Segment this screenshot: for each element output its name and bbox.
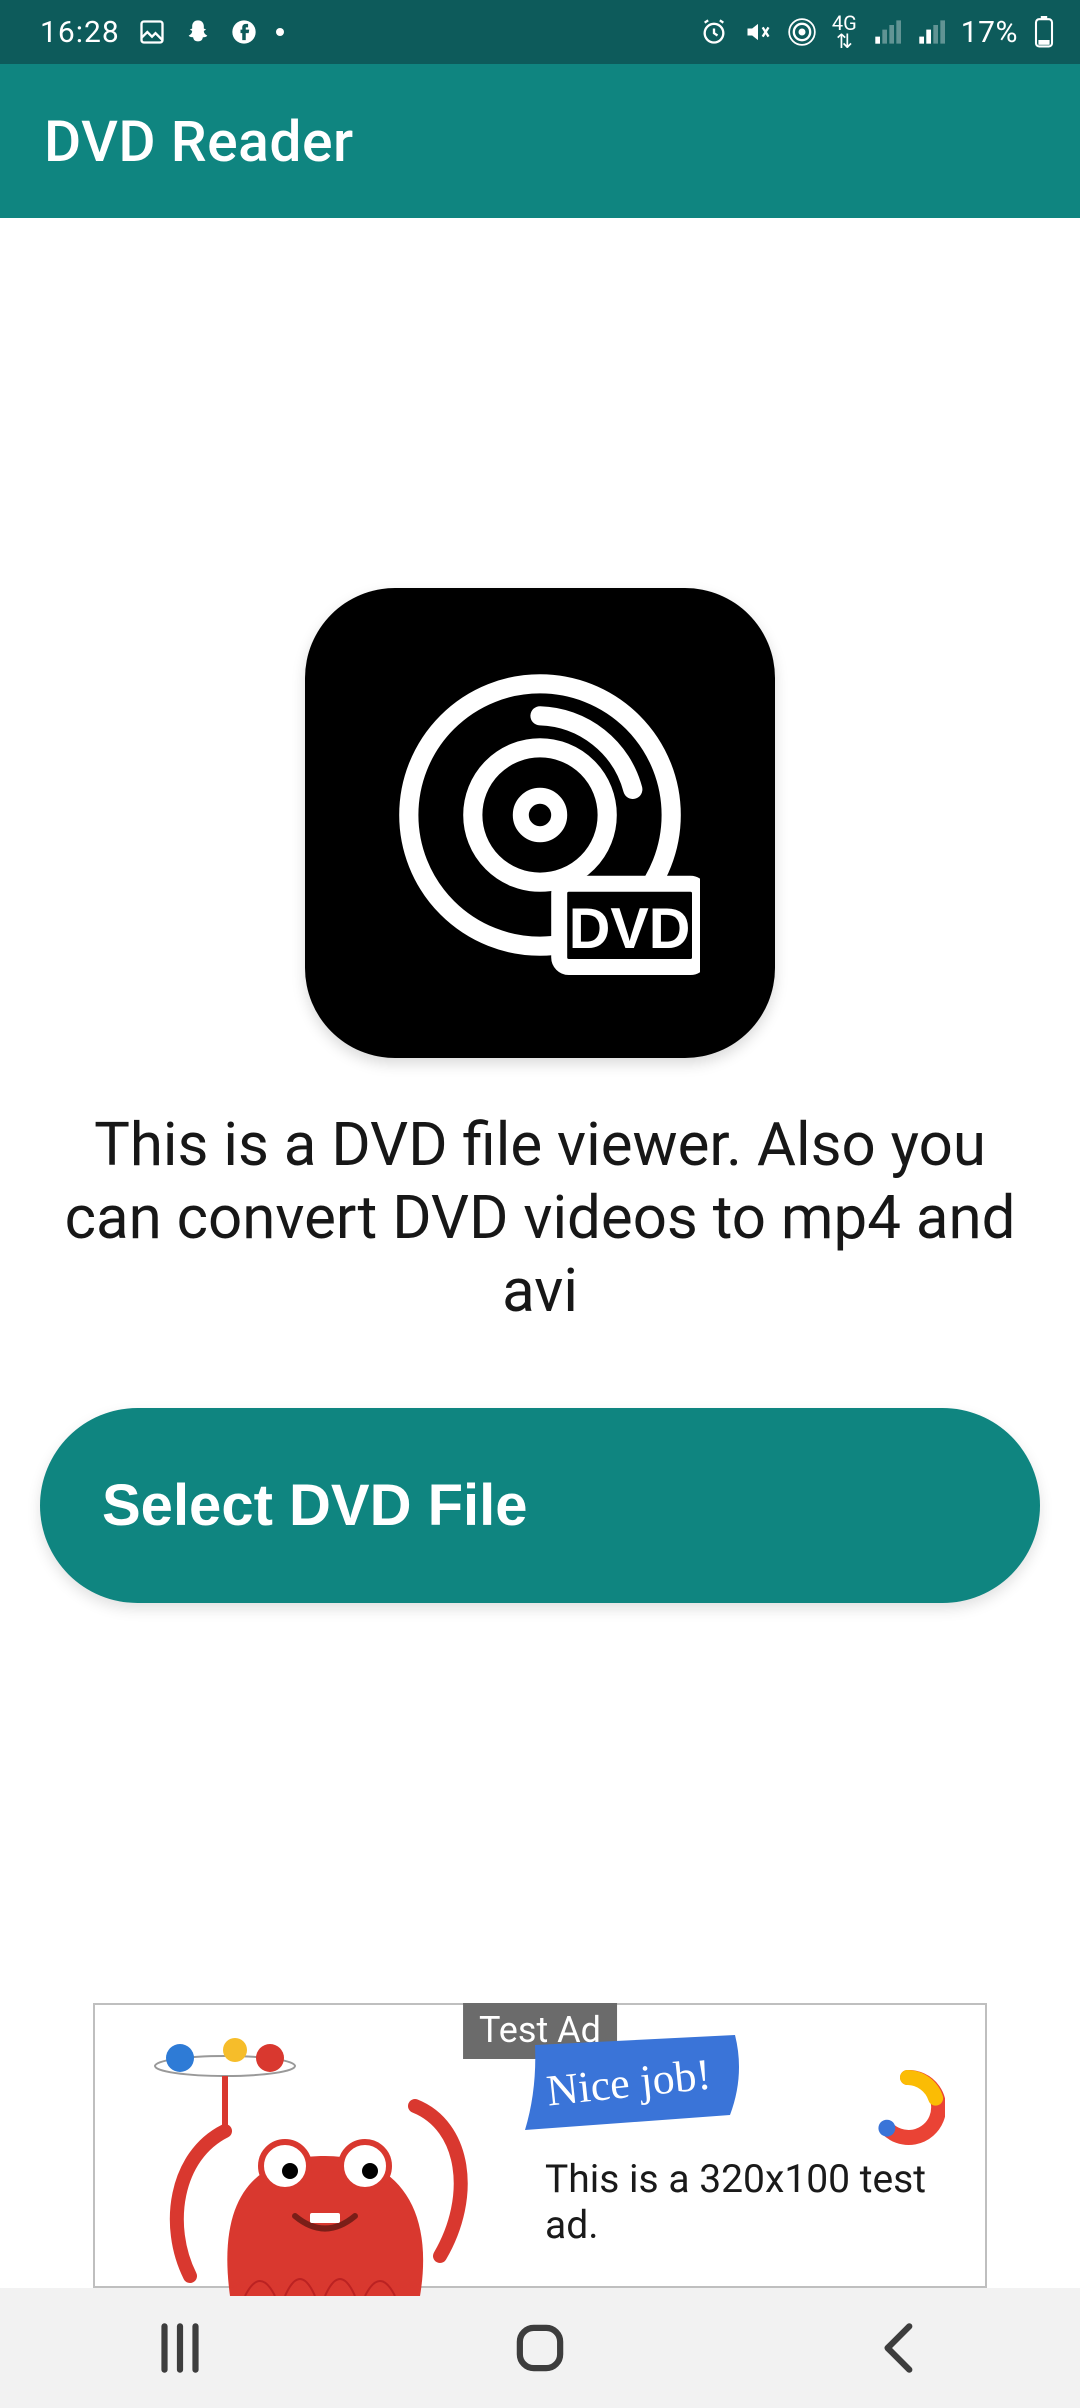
nav-home-button[interactable]: [505, 2313, 575, 2383]
ad-message: This is a 320x100 test ad.: [545, 2156, 985, 2248]
hotspot-icon: [788, 18, 816, 46]
android-nav-bar: [0, 2288, 1080, 2408]
app-logo-wrap: DVD: [305, 588, 775, 1058]
alarm-icon: [700, 18, 728, 46]
nav-back-button[interactable]: [865, 2313, 935, 2383]
network-type-label: 4G: [832, 11, 857, 35]
ad-banner[interactable]: Test Ad: [93, 2003, 987, 2288]
dvd-badge-text: DVD: [569, 897, 691, 961]
facebook-icon: [230, 18, 258, 46]
android-status-bar: 16:28 4G⇅: [0, 0, 1080, 64]
select-dvd-label: Select DVD File: [102, 1472, 527, 1539]
signal-icon-2: [917, 18, 945, 46]
select-dvd-button[interactable]: Select DVD File: [40, 1408, 1040, 1603]
status-time: 16:28: [40, 15, 120, 50]
battery-percent: 17%: [961, 15, 1018, 50]
mute-icon: [744, 18, 772, 46]
description-text: This is a DVD file viewer. Also you can …: [40, 1108, 1040, 1328]
nav-recents-button[interactable]: [145, 2313, 215, 2383]
admob-logo-icon: [870, 2070, 945, 2145]
status-bar-right: 4G⇅ 17%: [700, 14, 1054, 50]
app-title: DVD Reader: [44, 108, 354, 175]
image-icon: [138, 18, 166, 46]
ad-flag: Nice job!: [525, 2035, 745, 2169]
dvd-disc-icon: DVD: [305, 588, 775, 1058]
battery-icon: [1034, 16, 1054, 48]
app-bar: DVD Reader: [0, 64, 1080, 218]
main-content: DVD This is a DVD file viewer. Also you …: [0, 218, 1080, 2288]
more-dot-icon: [276, 28, 284, 36]
network-type-icon: 4G⇅: [832, 14, 857, 50]
signal-icon: [873, 18, 901, 46]
status-bar-left: 16:28: [40, 15, 284, 50]
ad-character-icon: [135, 2036, 475, 2296]
snapchat-icon: [184, 18, 212, 46]
